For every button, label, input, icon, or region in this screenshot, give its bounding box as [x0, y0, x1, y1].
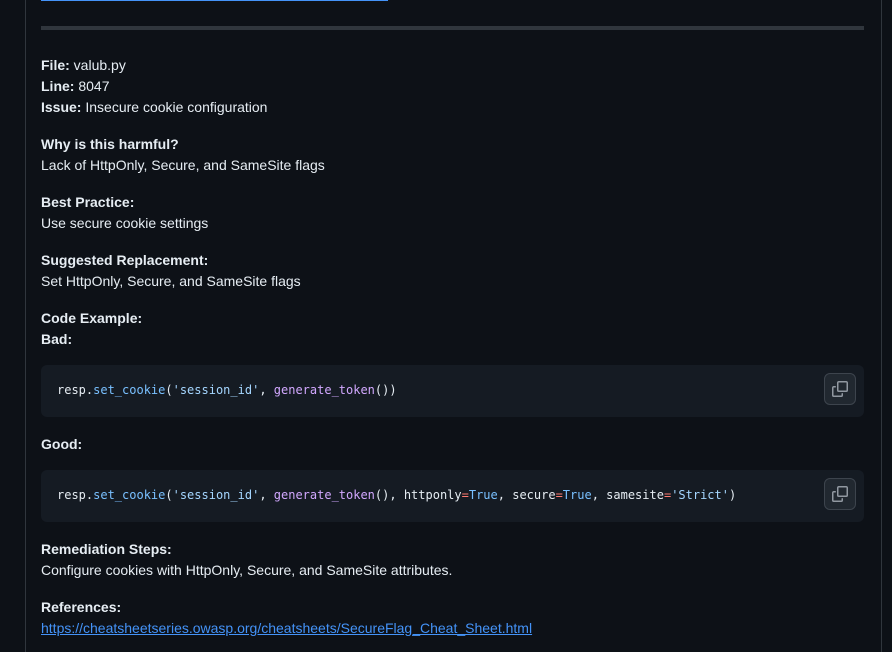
remediation-text: Configure cookies with HttpOnly, Secure,… [41, 562, 453, 578]
code-token: 'Strict' [671, 488, 729, 502]
file-value: valub.py [73, 57, 126, 73]
finding-panel: File: valub.py Line: 8047 Issue: Insecur… [25, 0, 882, 652]
code-token: 'session_id' [172, 383, 260, 397]
code-token: , secure [497, 488, 556, 502]
code-token: set_cookie [93, 383, 166, 397]
line-value: 8047 [78, 78, 110, 94]
code-token: ()) [374, 383, 397, 397]
code-token: = [461, 488, 469, 502]
references-row: https://cheatsheetseries.owasp.org/cheat… [41, 618, 532, 639]
suggested-replacement-text: Set HttpOnly, Secure, and SameSite flags [41, 273, 301, 289]
code-token: set_cookie [93, 488, 166, 502]
best-practice-text: Use secure cookie settings [41, 215, 209, 231]
code-token: resp. [57, 383, 94, 397]
copy-icon [832, 381, 848, 397]
file-row: File: valub.py [41, 55, 126, 76]
code-token: 'session_id' [172, 488, 260, 502]
code-token: = [555, 488, 563, 502]
copy-bad-code-button[interactable] [824, 373, 856, 405]
bad-heading: Bad: [41, 331, 73, 347]
code-token: (), httponly [374, 488, 462, 502]
file-label: File: [41, 57, 70, 73]
issue-value: Insecure cookie configuration [85, 99, 268, 115]
bad-code: resp.set_cookie('session_id', generate_t… [57, 382, 397, 398]
line-row: Line: 8047 [41, 76, 110, 97]
code-token: , samesite [591, 488, 664, 502]
issue-label: Issue: [41, 99, 82, 115]
reference-link[interactable]: https://cheatsheetseries.owasp.org/cheat… [41, 620, 532, 636]
code-token: , [259, 383, 274, 397]
code-token: ( [165, 383, 173, 397]
remediation-heading: Remediation Steps: [41, 541, 172, 557]
copy-icon [832, 486, 848, 502]
code-token: True [562, 488, 592, 502]
copy-good-code-button[interactable] [824, 478, 856, 510]
good-code: resp.set_cookie('session_id', generate_t… [57, 487, 736, 503]
truncated-link-underline [41, 0, 388, 1]
bad-code-block: resp.set_cookie('session_id', generate_t… [41, 365, 864, 417]
code-token: generate_token [273, 488, 375, 502]
code-token: , [259, 488, 274, 502]
references-heading: References: [41, 599, 122, 615]
why-heading: Why is this harmful? [41, 136, 179, 152]
code-example-heading: Code Example: [41, 310, 143, 326]
code-token: ) [728, 488, 737, 502]
good-heading: Good: [41, 436, 83, 452]
code-token: generate_token [273, 383, 375, 397]
code-token: ( [165, 488, 173, 502]
best-practice-heading: Best Practice: [41, 194, 135, 210]
good-code-block: resp.set_cookie('session_id', generate_t… [41, 470, 864, 522]
line-label: Line: [41, 78, 75, 94]
suggested-replacement-heading: Suggested Replacement: [41, 252, 209, 268]
code-token: True [468, 488, 498, 502]
section-divider [41, 26, 864, 30]
code-token: resp. [57, 488, 94, 502]
issue-row: Issue: Insecure cookie configuration [41, 97, 267, 118]
why-text: Lack of HttpOnly, Secure, and SameSite f… [41, 157, 325, 173]
